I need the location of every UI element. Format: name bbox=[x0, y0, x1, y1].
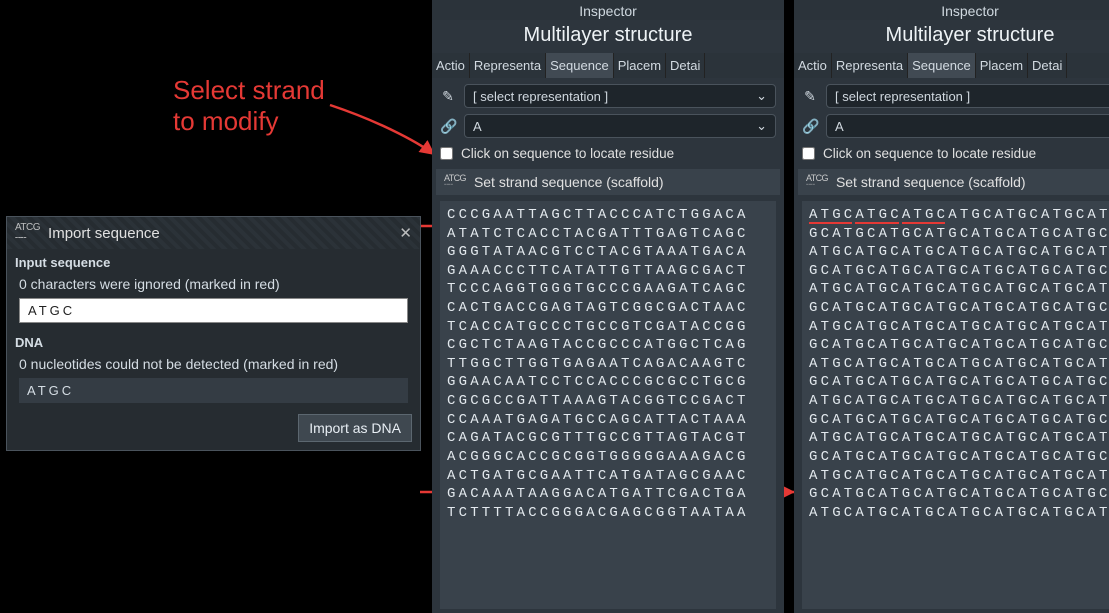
set-strand-sequence-button[interactable]: ATCG╌╌ Set strand sequence (scaffold) bbox=[798, 169, 1109, 195]
tab-representation[interactable]: Representa bbox=[832, 53, 908, 78]
tab-placement[interactable]: Placem bbox=[976, 53, 1028, 78]
tab-sequence[interactable]: Sequence bbox=[908, 53, 976, 78]
tab-bar: Actio Representa Sequence Placem Detai bbox=[432, 53, 784, 78]
chevron-down-icon: ⌄ bbox=[756, 118, 767, 134]
chevron-down-icon: ⌄ bbox=[756, 88, 767, 104]
close-icon[interactable]: ✕ bbox=[399, 224, 412, 242]
import-sequence-dialog: ATCG╌╌ Import sequence ✕ Input sequence … bbox=[6, 216, 421, 451]
sequence-display[interactable]: CCCGAATTAGCTTACCCATCTGGACA ATATCTCACCTAC… bbox=[440, 201, 776, 609]
section-label-dna: DNA bbox=[7, 329, 420, 352]
atcg-icon: ATCG╌╌ bbox=[806, 175, 828, 189]
tab-placement[interactable]: Placem bbox=[614, 53, 666, 78]
inspector-panel-source: Inspector Multilayer structure Actio Rep… bbox=[432, 0, 784, 613]
inspector-panel-result: Inspector Multilayer structure Actio Rep… bbox=[794, 0, 1109, 613]
brush-icon: ✎ bbox=[802, 88, 818, 105]
annotation-text: Select strand to modify bbox=[173, 75, 325, 137]
atcg-icon: ATCG╌╌ bbox=[15, 222, 40, 244]
sequence-input[interactable] bbox=[19, 298, 408, 323]
link-icon: 🔗 bbox=[802, 118, 818, 135]
representation-select[interactable]: [ select representation ] ⌄ bbox=[826, 84, 1109, 108]
panel-label: Inspector bbox=[432, 0, 784, 20]
dna-validated-output: ATGC bbox=[19, 378, 408, 403]
tab-details[interactable]: Detai bbox=[666, 53, 705, 78]
chain-select[interactable]: A ⌄ bbox=[464, 114, 776, 138]
representation-select[interactable]: [ select representation ] ⌄ bbox=[464, 84, 776, 108]
sequence-display[interactable]: ATGCATGCATGCATGCATGCATGCATGCATGCATGCATGC… bbox=[802, 201, 1109, 609]
brush-icon: ✎ bbox=[440, 88, 456, 105]
atcg-icon: ATCG╌╌ bbox=[444, 175, 466, 189]
locate-residue-toggle[interactable]: Click on sequence to locate residue bbox=[794, 138, 1109, 167]
tab-representation[interactable]: Representa bbox=[470, 53, 546, 78]
locate-residue-toggle[interactable]: Click on sequence to locate residue bbox=[432, 138, 784, 167]
tab-details[interactable]: Detai bbox=[1028, 53, 1067, 78]
tab-sequence[interactable]: Sequence bbox=[546, 53, 614, 78]
panel-heading: Multilayer structure bbox=[432, 20, 784, 53]
tab-bar: Actio Representa Sequence Placem Detai bbox=[794, 53, 1109, 78]
link-icon: 🔗 bbox=[440, 118, 456, 135]
tab-actions[interactable]: Actio bbox=[794, 53, 832, 78]
tab-actions[interactable]: Actio bbox=[432, 53, 470, 78]
locate-residue-checkbox[interactable] bbox=[440, 147, 453, 160]
panel-label: Inspector bbox=[794, 0, 1109, 20]
ignored-message: 0 characters were ignored (marked in red… bbox=[19, 276, 408, 292]
section-label-input: Input sequence bbox=[7, 249, 420, 272]
import-as-dna-button[interactable]: Import as DNA bbox=[298, 414, 412, 442]
chain-select[interactable]: A ⌄ bbox=[826, 114, 1109, 138]
locate-residue-checkbox[interactable] bbox=[802, 147, 815, 160]
dialog-header: ATCG╌╌ Import sequence ✕ bbox=[7, 217, 420, 249]
set-strand-sequence-button[interactable]: ATCG╌╌ Set strand sequence (scaffold) bbox=[436, 169, 780, 195]
panel-heading: Multilayer structure bbox=[794, 20, 1109, 53]
dialog-title: Import sequence bbox=[48, 225, 160, 242]
arrow-to-select bbox=[325, 100, 445, 170]
undetected-message: 0 nucleotides could not be detected (mar… bbox=[19, 356, 408, 372]
